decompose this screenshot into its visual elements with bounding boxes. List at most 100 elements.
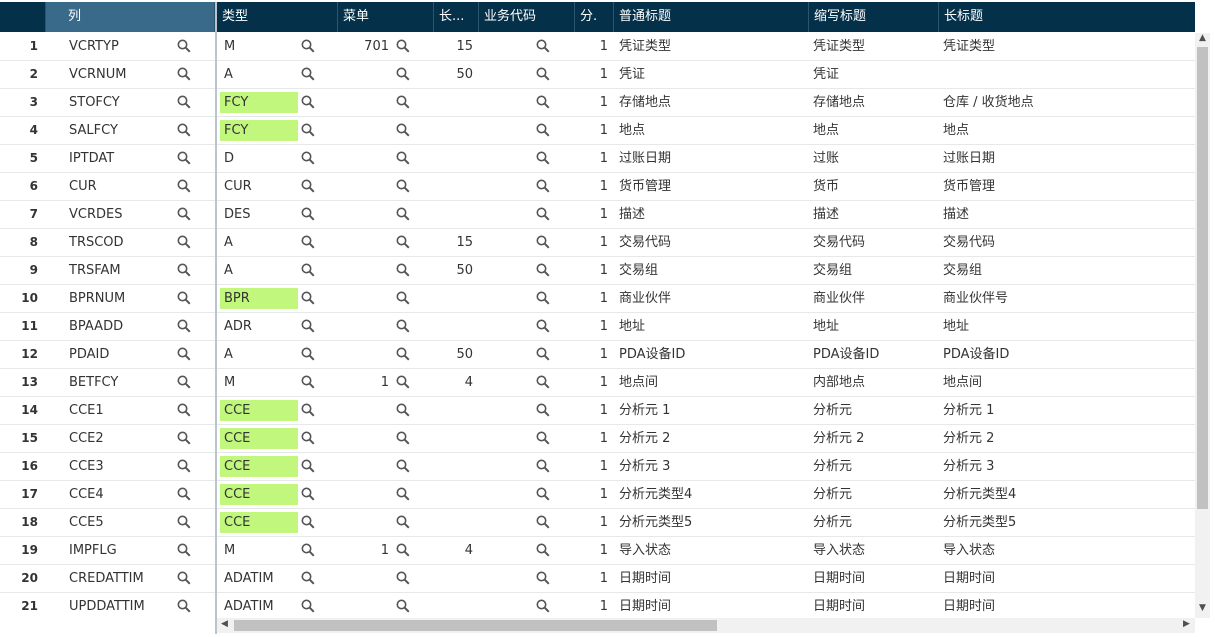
business-code-kebab-icon[interactable]: [556, 593, 564, 618]
type-kebab-icon[interactable]: [320, 145, 328, 172]
short-title-kebab-icon[interactable]: [920, 481, 928, 508]
table-row[interactable]: 16 CCE3 CCE 1 分析元 3 分析元 分析元 3: [0, 453, 1195, 481]
column-kebab-icon[interactable]: [196, 257, 204, 284]
menu-kebab-icon[interactable]: [422, 565, 430, 592]
table-row[interactable]: 19 IMPFLG M 1 4 1 导入状态 导入状态 导入状态: [0, 537, 1195, 565]
table-row[interactable]: 5 IPTDAT D 1 过账日期 过账 过账日期: [0, 145, 1195, 173]
type-search-icon[interactable]: [301, 431, 315, 445]
type-search-icon[interactable]: [301, 95, 315, 109]
type-search-icon[interactable]: [301, 347, 315, 361]
column-search-icon[interactable]: [177, 459, 191, 473]
row-handle-icon[interactable]: [52, 33, 60, 60]
menu-kebab-icon[interactable]: [422, 537, 430, 564]
menu-search-icon[interactable]: [396, 431, 410, 445]
business-code-search-icon[interactable]: [536, 291, 550, 305]
business-code-kebab-icon[interactable]: [556, 313, 564, 340]
row-handle-icon[interactable]: [52, 453, 60, 480]
business-code-kebab-icon[interactable]: [556, 369, 564, 396]
type-search-icon[interactable]: [301, 291, 315, 305]
menu-kebab-icon[interactable]: [422, 145, 430, 172]
table-row[interactable]: 17 CCE4 CCE 1 分析元类型4 分析元 分析元类型4: [0, 481, 1195, 509]
short-title-kebab-icon[interactable]: [920, 313, 928, 340]
business-code-search-icon[interactable]: [536, 543, 550, 557]
menu-kebab-icon[interactable]: [422, 369, 430, 396]
short-title-kebab-icon[interactable]: [920, 285, 928, 312]
type-kebab-icon[interactable]: [320, 61, 328, 88]
type-kebab-icon[interactable]: [320, 33, 328, 60]
business-code-search-icon[interactable]: [536, 235, 550, 249]
type-search-icon[interactable]: [301, 403, 315, 417]
table-row[interactable]: 21 UPDDATTIM ADATIM 1 日期时间 日期时间 日期时间: [0, 593, 1195, 618]
menu-kebab-icon[interactable]: [422, 201, 430, 228]
short-title-kebab-icon[interactable]: [920, 397, 928, 424]
menu-kebab-icon[interactable]: [422, 397, 430, 424]
type-kebab-icon[interactable]: [320, 509, 328, 536]
short-title-kebab-icon[interactable]: [920, 425, 928, 452]
menu-search-icon[interactable]: [396, 291, 410, 305]
business-code-search-icon[interactable]: [536, 375, 550, 389]
column-search-icon[interactable]: [177, 599, 191, 613]
title-kebab-icon[interactable]: [790, 229, 798, 256]
column-kebab-icon[interactable]: [196, 453, 204, 480]
title-kebab-icon[interactable]: [790, 509, 798, 536]
column-kebab-icon[interactable]: [196, 509, 204, 536]
short-title-kebab-icon[interactable]: [920, 117, 928, 144]
table-row[interactable]: 9 TRSFAM A 50 1 交易组 交易组 交易组: [0, 257, 1195, 285]
business-code-search-icon[interactable]: [536, 39, 550, 53]
row-handle-icon[interactable]: [52, 173, 60, 200]
type-search-icon[interactable]: [301, 235, 315, 249]
business-code-kebab-icon[interactable]: [556, 509, 564, 536]
business-code-kebab-icon[interactable]: [556, 537, 564, 564]
row-handle-icon[interactable]: [52, 369, 60, 396]
type-search-icon[interactable]: [301, 151, 315, 165]
scroll-up-icon[interactable]: ▲: [1195, 33, 1210, 43]
menu-kebab-icon[interactable]: [422, 173, 430, 200]
type-kebab-icon[interactable]: [320, 89, 328, 116]
short-title-kebab-icon[interactable]: [920, 229, 928, 256]
menu-search-icon[interactable]: [396, 235, 410, 249]
row-handle-icon[interactable]: [52, 565, 60, 592]
business-code-kebab-icon[interactable]: [556, 565, 564, 592]
menu-kebab-icon[interactable]: [422, 285, 430, 312]
column-kebab-icon[interactable]: [196, 145, 204, 172]
column-search-icon[interactable]: [177, 95, 191, 109]
short-title-kebab-icon[interactable]: [920, 201, 928, 228]
type-kebab-icon[interactable]: [320, 481, 328, 508]
menu-search-icon[interactable]: [396, 515, 410, 529]
column-search-icon[interactable]: [177, 543, 191, 557]
menu-search-icon[interactable]: [396, 487, 410, 501]
header-long-title[interactable]: 长标题: [939, 2, 1195, 32]
business-code-kebab-icon[interactable]: [556, 397, 564, 424]
business-code-search-icon[interactable]: [536, 67, 550, 81]
table-row[interactable]: 11 BPAADD ADR 1 地址 地址 地址: [0, 313, 1195, 341]
business-code-search-icon[interactable]: [536, 207, 550, 221]
business-code-kebab-icon[interactable]: [556, 201, 564, 228]
type-search-icon[interactable]: [301, 207, 315, 221]
menu-kebab-icon[interactable]: [422, 33, 430, 60]
column-kebab-icon[interactable]: [196, 61, 204, 88]
business-code-search-icon[interactable]: [536, 263, 550, 277]
table-row[interactable]: 6 CUR CUR 1 货币管理 货币 货币管理: [0, 173, 1195, 201]
type-search-icon[interactable]: [301, 123, 315, 137]
column-search-icon[interactable]: [177, 431, 191, 445]
row-handle-icon[interactable]: [52, 537, 60, 564]
column-kebab-icon[interactable]: [196, 369, 204, 396]
column-search-icon[interactable]: [177, 123, 191, 137]
business-code-search-icon[interactable]: [536, 347, 550, 361]
row-handle-icon[interactable]: [52, 89, 60, 116]
scroll-left-icon[interactable]: ◀: [217, 619, 232, 629]
row-handle-icon[interactable]: [52, 117, 60, 144]
business-code-search-icon[interactable]: [536, 459, 550, 473]
column-kebab-icon[interactable]: [196, 397, 204, 424]
column-search-icon[interactable]: [177, 151, 191, 165]
table-row[interactable]: 3 STOFCY FCY 1 存储地点 存储地点 仓库 / 收货地点: [0, 89, 1195, 117]
menu-search-icon[interactable]: [396, 207, 410, 221]
column-search-icon[interactable]: [177, 319, 191, 333]
menu-search-icon[interactable]: [396, 123, 410, 137]
menu-kebab-icon[interactable]: [422, 509, 430, 536]
table-row[interactable]: 12 PDAID A 50 1 PDA设备ID PDA设备ID PDA设备ID: [0, 341, 1195, 369]
header-business-code[interactable]: 业务代码: [479, 2, 575, 32]
column-search-icon[interactable]: [177, 263, 191, 277]
menu-search-icon[interactable]: [396, 543, 410, 557]
menu-search-icon[interactable]: [396, 319, 410, 333]
